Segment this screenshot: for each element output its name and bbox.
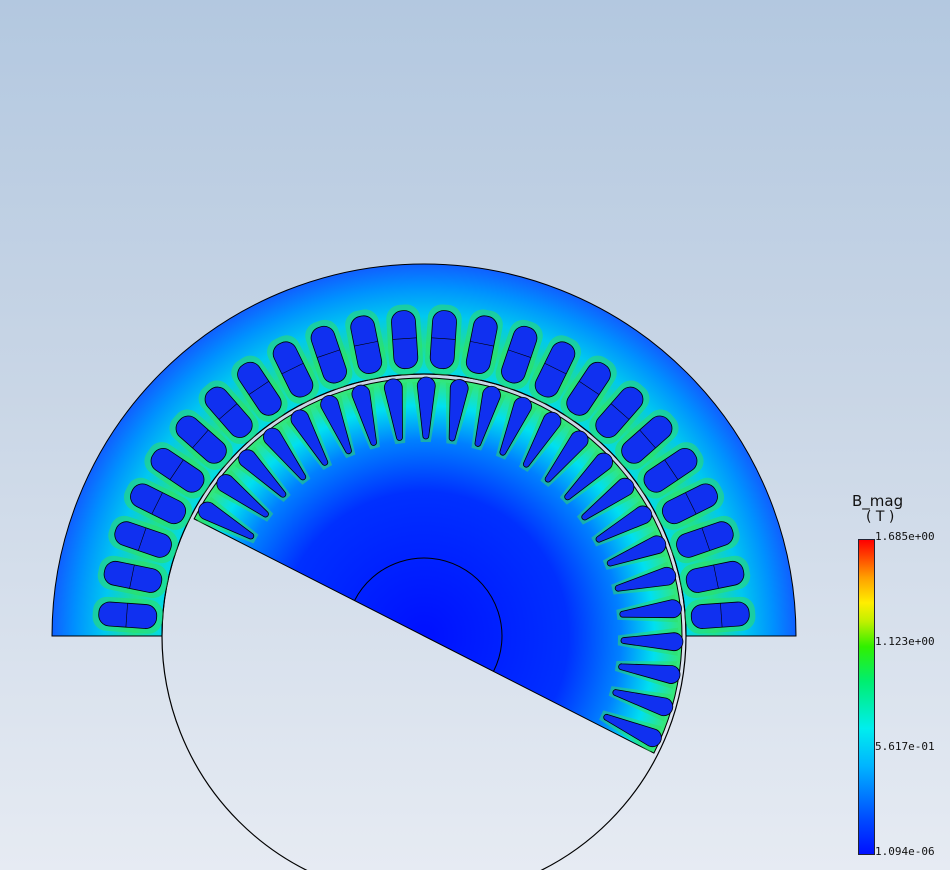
legend-tick-high: 1.123e+00: [875, 635, 935, 648]
stator-slot: [685, 596, 756, 634]
stator-slot: [386, 304, 423, 375]
legend-tick-max: 1.685e+00: [875, 530, 935, 543]
legend-title: B_mag: [852, 492, 904, 510]
legend-color-bar: [858, 539, 875, 855]
stator-slot: [425, 304, 462, 375]
legend-unit: ( T ): [866, 509, 895, 525]
color-legend: B_mag ( T ) 1.685e+00 1.123e+00 5.617e-0…: [840, 490, 950, 865]
stator-slot: [92, 596, 163, 634]
field-plot-viewport[interactable]: [0, 0, 950, 870]
legend-tick-mid: 5.617e-01: [875, 740, 935, 753]
legend-tick-min: 1.094e-06: [875, 845, 935, 858]
